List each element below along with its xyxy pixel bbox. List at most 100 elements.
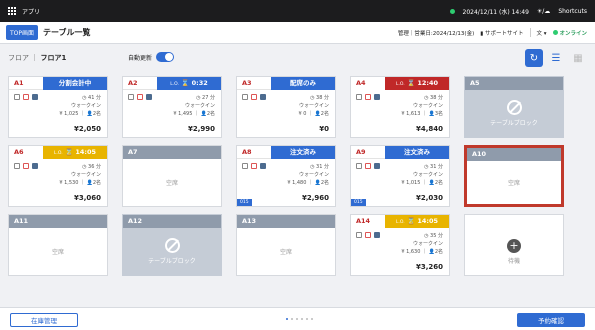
order-icons: [242, 94, 266, 100]
note-icon: [251, 94, 257, 100]
table-id: A4: [351, 77, 385, 90]
auto-update-toggle[interactable]: [156, 52, 175, 62]
order-icons: [356, 94, 380, 100]
table-status: 分割会計中: [43, 77, 107, 90]
table-card-a4[interactable]: A4 L.O. ⌛ 12:40 ◷ 38 分ウォークイン ¥ 1,613 ｜ 👤3名…: [350, 76, 450, 138]
table-id: A10: [472, 150, 487, 158]
table-total: ¥3,260: [415, 263, 443, 271]
table-card-a13[interactable]: A13 空席: [236, 214, 336, 276]
blocked-icon: [506, 100, 522, 115]
person-icon: [14, 94, 20, 100]
card-header: A2 L.O. ⌛ 0:32: [123, 77, 221, 90]
table-id: A1: [9, 77, 43, 90]
page-indicator[interactable]: [286, 318, 313, 320]
card-header: A13: [237, 215, 335, 228]
list-view-icon[interactable]: ☰: [547, 49, 565, 67]
apps-grid-icon[interactable]: [8, 6, 17, 16]
blocked-label: テーブルブロック: [490, 120, 538, 127]
note-icon: [23, 163, 29, 169]
card-header: A10: [467, 148, 561, 161]
note-icon: [251, 163, 257, 169]
table-info: ◷ 31 分ウォークイン ¥ 1,015 ｜ 👤2名: [401, 164, 443, 186]
person-icon: [128, 94, 134, 100]
table-card-a3[interactable]: A3 配席のみ ◷ 38 分ウォークイン ¥ 0 ｜ 👤2名 ¥0: [236, 76, 336, 138]
table-card-a12[interactable]: A12 テーブルブロック: [122, 214, 222, 276]
order-badge: 015: [351, 199, 366, 206]
table-card-a5[interactable]: A5 テーブルブロック: [464, 76, 564, 138]
table-total: ¥2,960: [301, 194, 329, 202]
vacant-label: 空席: [507, 180, 520, 187]
table-id: A5: [470, 79, 480, 87]
app-name: アプリ: [22, 8, 41, 16]
table-id: A2: [123, 77, 157, 90]
refresh-icon[interactable]: ↻: [525, 49, 543, 67]
table-status: L.O. ⌛ 14:05: [43, 146, 107, 159]
online-status: オンライン: [552, 29, 587, 37]
blocked-label: テーブルブロック: [148, 258, 196, 265]
order-icons: [14, 94, 38, 100]
table-id: A11: [14, 217, 29, 225]
table-card-a8[interactable]: A8 注文済み ◷ 31 分ウォークイン ¥ 1,480 ｜ 👤2名 ¥2,960 0…: [236, 145, 336, 207]
table-status: 注文済み: [271, 146, 335, 159]
support-link[interactable]: ▮ サポートサイト: [480, 29, 523, 37]
note-icon: [365, 163, 371, 169]
table-id: A14: [351, 215, 385, 228]
check-icon: [260, 94, 266, 100]
table-status: L.O. ⌛ 14:05: [385, 215, 449, 228]
table-info: ◷ 35 分ウォークイン ¥ 1,630 ｜ 👤2名: [401, 233, 443, 255]
table-status: 注文済み: [385, 146, 449, 159]
datetime: 2024/12/11 (水) 14:49: [462, 8, 529, 16]
table-id: A7: [128, 148, 138, 156]
breadcrumb[interactable]: フロア ｜ フロア1: [8, 53, 66, 63]
toolbar: フロア ｜ フロア1 自動更新 ↻ ☰ ▦: [0, 44, 595, 72]
inventory-button[interactable]: 在庫管理: [10, 313, 78, 327]
card-header: A4 L.O. ⌛ 12:40: [351, 77, 449, 90]
note-icon: [137, 94, 143, 100]
table-id: A13: [242, 217, 257, 225]
blocked-icon: [164, 238, 180, 253]
person-icon: [242, 94, 248, 100]
check-icon: [32, 163, 38, 169]
card-header: A11: [9, 215, 107, 228]
note-icon: [23, 94, 29, 100]
grid-view-icon[interactable]: ▦: [569, 49, 587, 67]
table-card-a2[interactable]: A2 L.O. ⌛ 0:32 ◷ 27 分ウォークイン ¥ 1,495 ｜ 👤2名 …: [122, 76, 222, 138]
table-card-a14[interactable]: A14 L.O. ⌛ 14:05 ◷ 35 分ウォークイン ¥ 1,630 ｜ 👤2…: [350, 214, 450, 276]
check-icon: [374, 163, 380, 169]
table-info: ◷ 38 分ウォークイン ¥ 0 ｜ 👤2名: [298, 95, 329, 117]
vacant-label: 空席: [279, 249, 292, 256]
table-card-add[interactable]: + 待機: [464, 214, 564, 276]
connection-dot-icon: [449, 8, 455, 14]
order-icons: [14, 163, 38, 169]
table-id: A9: [351, 146, 385, 159]
order-icons: [128, 94, 152, 100]
reservation-button[interactable]: 予約確認: [517, 313, 585, 327]
table-card-a7[interactable]: A7 空席: [122, 145, 222, 207]
footer: 在庫管理 予約確認: [0, 307, 595, 330]
person-icon: [356, 232, 362, 238]
table-total: ¥0: [319, 125, 329, 133]
top-screen-button[interactable]: TOP画面: [6, 25, 39, 40]
divider: [529, 28, 531, 37]
table-status: L.O. ⌛ 0:32: [157, 77, 221, 90]
table-total: ¥3,060: [73, 194, 101, 202]
card-header: A8 注文済み: [237, 146, 335, 159]
table-status: L.O. ⌛ 12:40: [385, 77, 449, 90]
table-card-a11[interactable]: A11 空席: [8, 214, 108, 276]
business-date: 管理｜営業日:2024/12/13(金): [397, 30, 475, 37]
table-card-a6[interactable]: A6 L.O. ⌛ 14:05 ◷ 36 分ウォークイン ¥ 1,530 ｜ 👤2名…: [8, 145, 108, 207]
table-info: ◷ 41 分ウォークイン ¥ 1,025 ｜ 👤2名: [59, 95, 101, 117]
language-select[interactable]: 文 ▾: [537, 29, 547, 37]
check-icon: [260, 163, 266, 169]
table-card-a1[interactable]: A1 分割会計中 ◷ 41 分ウォークイン ¥ 1,025 ｜ 👤2名 ¥2,050: [8, 76, 108, 138]
card-header: A9 注文済み: [351, 146, 449, 159]
table-id: A12: [128, 217, 143, 225]
auto-update: 自動更新: [128, 52, 175, 62]
store-name: Shortcuts: [558, 7, 587, 15]
page-title: テーブル一覧: [43, 28, 91, 37]
table-id: A3: [237, 77, 271, 90]
card-header: A14 L.O. ⌛ 14:05: [351, 215, 449, 228]
table-card-a10[interactable]: A10 空席: [464, 145, 564, 207]
table-card-a9[interactable]: A9 注文済み ◷ 31 分ウォークイン ¥ 1,015 ｜ 👤2名 ¥2,030 0…: [350, 145, 450, 207]
table-total: ¥2,990: [187, 125, 215, 133]
